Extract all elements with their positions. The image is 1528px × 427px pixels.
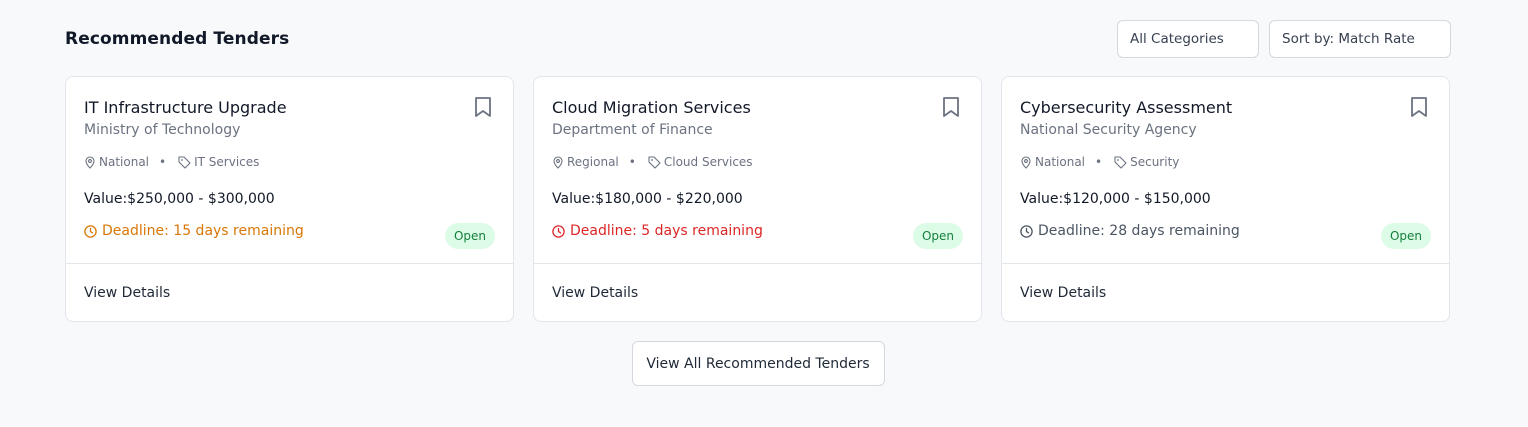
location-tag: National xyxy=(1020,155,1085,169)
section-title: Recommended Tenders xyxy=(65,29,290,49)
clock-icon xyxy=(84,224,97,238)
tender-card-footer: View Details xyxy=(66,263,513,321)
view-all-wrapper: View All Recommended Tenders xyxy=(65,341,1451,386)
tender-deadline: Deadline: 28 days remaining xyxy=(1020,223,1431,239)
tender-organization: Ministry of Technology xyxy=(84,122,241,138)
bookmark-icon[interactable] xyxy=(1409,96,1429,118)
tender-deadline: Deadline: 15 days remaining xyxy=(84,223,495,239)
deadline-label: Deadline: 5 days remaining xyxy=(570,223,763,239)
tender-value: Value:$180,000 - $220,000 xyxy=(552,191,743,207)
tender-meta: Regional • Cloud Services xyxy=(552,155,963,169)
tag-icon xyxy=(1114,155,1127,169)
location-pin-icon xyxy=(84,155,96,169)
category-tag: Security xyxy=(1114,155,1179,169)
tag-icon xyxy=(178,155,191,169)
tender-organization: National Security Agency xyxy=(1020,122,1197,138)
tender-deadline: Deadline: 5 days remaining xyxy=(552,223,963,239)
view-details-link[interactable]: View Details xyxy=(84,285,170,301)
category-label: Cloud Services xyxy=(663,155,753,169)
status-badge: Open xyxy=(1380,223,1431,249)
tender-title: IT Infrastructure Upgrade xyxy=(84,98,287,117)
status-badge: Open xyxy=(444,223,495,249)
status-badge: Open xyxy=(912,223,963,249)
category-select[interactable]: All Categories xyxy=(1117,20,1259,58)
section-header: Recommended Tenders All Categories Sort … xyxy=(65,20,1451,58)
tender-card: Cloud Migration Services Department of F… xyxy=(533,76,982,322)
tender-meta: National • IT Services xyxy=(84,155,495,169)
tender-card-body: Cybersecurity Assessment National Securi… xyxy=(1002,77,1449,263)
category-tag: IT Services xyxy=(178,155,259,169)
meta-separator: • xyxy=(628,155,636,169)
sort-select[interactable]: Sort by: Match Rate xyxy=(1269,20,1451,58)
meta-separator: • xyxy=(159,155,167,169)
clock-icon xyxy=(1020,224,1033,238)
category-label: Security xyxy=(1130,155,1180,169)
view-all-tenders-button[interactable]: View All Recommended Tenders xyxy=(631,341,885,386)
location-label: National xyxy=(1035,155,1086,169)
recommended-tenders-section: Recommended Tenders All Categories Sort … xyxy=(65,20,1451,386)
bookmark-icon[interactable] xyxy=(941,96,961,118)
filter-bar: All Categories Sort by: Match Rate xyxy=(1117,20,1451,58)
location-tag: National xyxy=(84,155,149,169)
deadline-label: Deadline: 28 days remaining xyxy=(1038,223,1240,239)
tender-card-footer: View Details xyxy=(534,263,981,321)
location-pin-icon xyxy=(552,155,564,169)
category-label: IT Services xyxy=(194,155,260,169)
tag-icon xyxy=(648,155,661,169)
tender-meta: National • Security xyxy=(1020,155,1431,169)
bookmark-icon[interactable] xyxy=(473,96,493,118)
location-label: National xyxy=(99,155,150,169)
deadline-label: Deadline: 15 days remaining xyxy=(102,223,304,239)
tender-value: Value:$120,000 - $150,000 xyxy=(1020,191,1211,207)
tender-card-footer: View Details xyxy=(1002,263,1449,321)
tender-organization: Department of Finance xyxy=(552,122,713,138)
meta-separator: • xyxy=(1095,155,1103,169)
location-tag: Regional xyxy=(552,155,619,169)
tender-title: Cloud Migration Services xyxy=(552,98,751,117)
tender-card-body: IT Infrastructure Upgrade Ministry of Te… xyxy=(66,77,513,263)
view-details-link[interactable]: View Details xyxy=(552,285,638,301)
location-label: Regional xyxy=(567,155,619,169)
tender-card-list: IT Infrastructure Upgrade Ministry of Te… xyxy=(65,76,1451,322)
tender-title: Cybersecurity Assessment xyxy=(1020,98,1233,117)
location-pin-icon xyxy=(1020,155,1032,169)
tender-card-body: Cloud Migration Services Department of F… xyxy=(534,77,981,263)
tender-card: IT Infrastructure Upgrade Ministry of Te… xyxy=(65,76,514,322)
tender-value: Value:$250,000 - $300,000 xyxy=(84,191,275,207)
view-details-link[interactable]: View Details xyxy=(1020,285,1106,301)
category-tag: Cloud Services xyxy=(648,155,753,169)
clock-icon xyxy=(552,224,565,238)
tender-card: Cybersecurity Assessment National Securi… xyxy=(1001,76,1450,322)
